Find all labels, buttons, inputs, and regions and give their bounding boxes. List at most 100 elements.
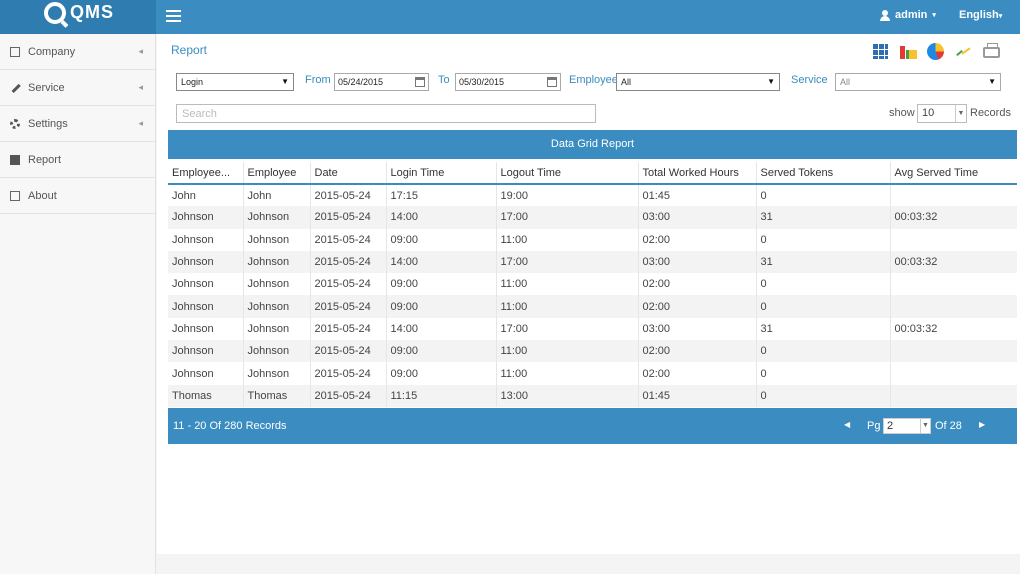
table-row[interactable]: Johnson Johnson 2015-05-24 09:00 11:00 02:00 0: [168, 295, 1017, 318]
page-title: Report: [171, 43, 208, 57]
table-cell: 03:00: [638, 206, 757, 229]
table-cell: 09:00: [386, 228, 497, 251]
page-select[interactable]: 2 ▼: [883, 418, 931, 434]
table-body: John John 2015-05-24 17:15 19:00 01:45 0 Johnso…: [168, 184, 1017, 407]
sidebar-item-report[interactable]: Report: [0, 142, 155, 178]
table-cell: John: [243, 184, 311, 207]
column-header[interactable]: Date: [310, 162, 387, 185]
table-cell: Johnson: [243, 340, 311, 363]
pie-chart-icon[interactable]: [927, 43, 944, 60]
table-cell: 2015-05-24: [310, 317, 387, 341]
table-row[interactable]: Johnson Johnson 2015-05-24 14:00 17:00 03:00 3…: [168, 317, 1017, 341]
previous-page-icon[interactable]: ◀: [844, 420, 850, 429]
table-cell: 09:00: [386, 273, 497, 296]
sidebar-item-about[interactable]: About: [0, 178, 155, 214]
logo[interactable]: QMS: [0, 0, 156, 34]
next-page-icon[interactable]: ▶: [979, 420, 985, 429]
table-cell: 2015-05-24: [310, 228, 387, 251]
table-cell: 19:00: [496, 184, 639, 207]
from-date-input[interactable]: 05/24/2015: [334, 73, 429, 91]
line-chart-icon[interactable]: [955, 43, 972, 60]
grid-footer: 11 - 20 Of 280 Records ◀ Pg 2 ▼ Of 28 ▶: [168, 408, 1017, 444]
column-header[interactable]: Avg Served Time: [890, 162, 1017, 185]
table-cell: 31: [756, 250, 891, 274]
table-cell: 14:00: [386, 250, 497, 274]
table-cell: Thomas: [168, 384, 244, 407]
calendar-icon[interactable]: [547, 77, 557, 87]
service-label: Service: [791, 74, 828, 86]
table-row[interactable]: Johnson Johnson 2015-05-24 09:00 11:00 02:00 0: [168, 228, 1017, 251]
column-header[interactable]: Login Time: [386, 162, 497, 185]
sidebar-item-label: About: [28, 189, 57, 202]
table-cell: 2015-05-24: [310, 206, 387, 229]
table-cell: 02:00: [638, 340, 757, 363]
table-cell: Johnson: [168, 317, 244, 341]
records-label: Records: [970, 107, 1011, 119]
sidebar-item-company[interactable]: Company ◂: [0, 34, 155, 70]
table-cell: 09:00: [386, 295, 497, 318]
sidebar-item-label: Settings: [28, 117, 68, 130]
wrench-icon: [10, 83, 20, 93]
service-select[interactable]: All ▼: [835, 73, 1001, 91]
table-cell: 02:00: [638, 273, 757, 296]
grid-view-icon[interactable]: [873, 44, 888, 59]
employee-select[interactable]: All ▼: [616, 73, 780, 91]
column-header[interactable]: Total Worked Hours: [638, 162, 757, 185]
gear-icon: [10, 118, 20, 129]
table-cell: 2015-05-24: [310, 250, 387, 274]
language-menu[interactable]: English▾: [959, 9, 1002, 21]
chevron-left-icon: ◂: [138, 118, 143, 128]
table-cell: Johnson: [243, 250, 311, 274]
table-cell: John: [168, 184, 244, 207]
column-header[interactable]: Employee...: [168, 162, 244, 185]
table-cell: 17:00: [496, 317, 639, 341]
table-cell: 2015-05-24: [310, 362, 387, 385]
chevron-down-icon: ▾: [998, 13, 1003, 20]
table-cell: Johnson: [243, 273, 311, 296]
table-cell: [890, 295, 1017, 318]
page-total: Of 28: [935, 420, 962, 432]
bar-chart-icon[interactable]: [899, 43, 917, 60]
table-row[interactable]: Johnson Johnson 2015-05-24 14:00 17:00 03:00 3…: [168, 206, 1017, 229]
chevron-left-icon: ◂: [138, 82, 143, 92]
to-date-input[interactable]: 05/30/2015: [455, 73, 561, 91]
table-row[interactable]: Johnson Johnson 2015-05-24 09:00 11:00 02:00 0: [168, 340, 1017, 363]
grid-title: Data Grid Report: [168, 130, 1017, 159]
service-value: All: [840, 77, 851, 87]
table-cell: 2015-05-24: [310, 184, 387, 207]
sidebar-item-label: Service: [28, 81, 65, 94]
chevron-down-icon: ▼: [988, 77, 996, 86]
chevron-down-icon: ▼: [920, 419, 930, 433]
column-header[interactable]: Logout Time: [496, 162, 639, 185]
table-cell: 0: [756, 362, 891, 385]
records-per-page-select[interactable]: 10 ▼: [917, 104, 967, 123]
column-header[interactable]: Served Tokens: [756, 162, 891, 185]
search-input[interactable]: [176, 104, 596, 123]
language-label: English: [959, 9, 999, 21]
table-cell: 11:15: [386, 384, 497, 407]
table-header-row: Employee... Employee Date Login Time Logout …: [168, 162, 1017, 185]
table-row[interactable]: Johnson Johnson 2015-05-24 14:00 17:00 03:00 3…: [168, 250, 1017, 274]
table-row[interactable]: Johnson Johnson 2015-05-24 09:00 11:00 02:00 0: [168, 273, 1017, 296]
records-per-page-value: 10: [922, 107, 935, 119]
calendar-icon[interactable]: [415, 77, 425, 87]
table-row[interactable]: John John 2015-05-24 17:15 19:00 01:45 0: [168, 184, 1017, 207]
chevron-down-icon: ▼: [767, 77, 775, 86]
show-label: show: [889, 107, 915, 119]
report-type-select[interactable]: Login ▼: [176, 73, 294, 91]
table-cell: Johnson: [168, 273, 244, 296]
qms-logo-icon: [44, 2, 66, 24]
table-row[interactable]: Thomas Thomas 2015-05-24 11:15 13:00 01:45 0: [168, 384, 1017, 407]
menu-toggle-icon[interactable]: [166, 10, 181, 22]
table-row[interactable]: Johnson Johnson 2015-05-24 09:00 11:00 02:00 0: [168, 362, 1017, 385]
printer-icon[interactable]: [983, 43, 1000, 58]
table-cell: 2015-05-24: [310, 295, 387, 318]
user-menu[interactable]: admin ▾: [880, 9, 936, 21]
table-cell: 11:00: [496, 295, 639, 318]
sidebar-item-service[interactable]: Service ◂: [0, 70, 155, 106]
column-header[interactable]: Employee: [243, 162, 311, 185]
table-cell: 0: [756, 384, 891, 407]
table-cell: 00:03:32: [890, 206, 1017, 229]
sidebar-item-settings[interactable]: Settings ◂: [0, 106, 155, 142]
file-icon: [10, 154, 20, 165]
